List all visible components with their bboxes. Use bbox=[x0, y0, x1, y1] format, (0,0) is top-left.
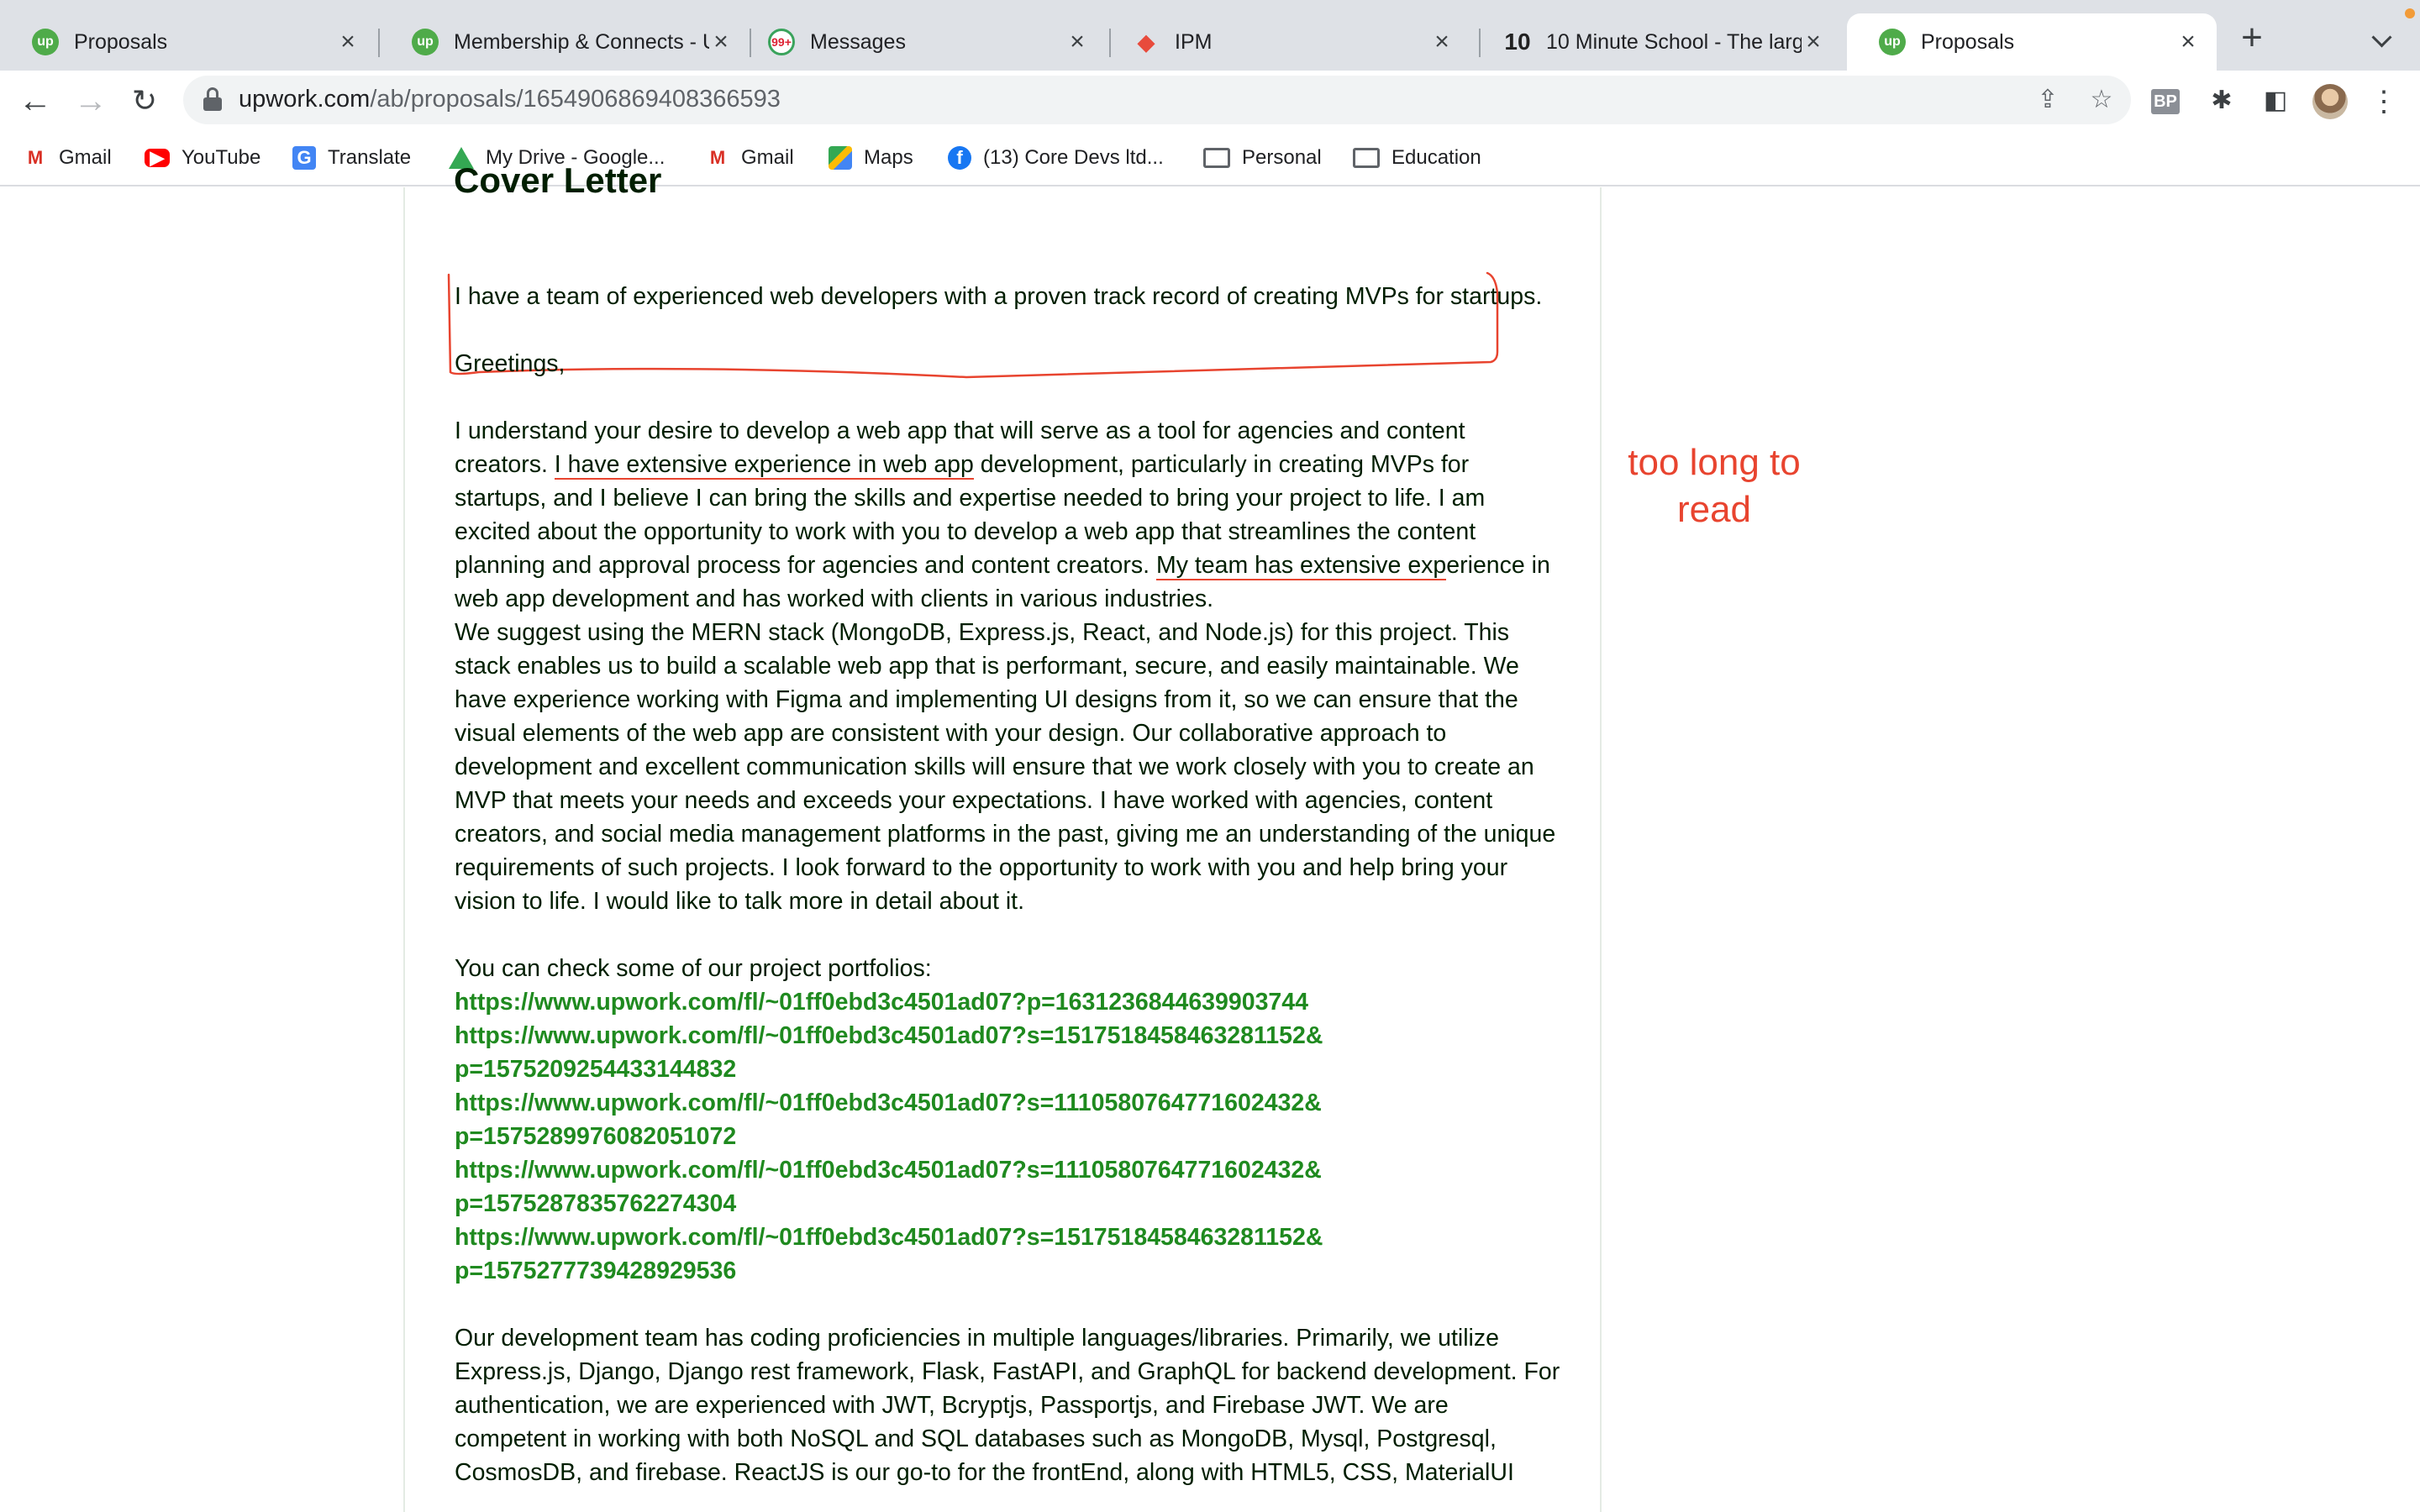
extensions-puzzle-icon[interactable]: ✱ bbox=[2205, 84, 2238, 118]
bookmark-label: Personal bbox=[1242, 146, 1322, 169]
close-icon[interactable]: × bbox=[1430, 29, 1454, 55]
folder-icon bbox=[1203, 148, 1230, 168]
portfolio-link[interactable]: https://www.upwork.com/fl/~01ff0ebd3c450… bbox=[455, 1086, 1328, 1153]
close-icon[interactable]: × bbox=[709, 29, 733, 55]
tab-strip: up Proposals × up Membership & Connects … bbox=[0, 0, 2420, 71]
annotation-note: too long to read bbox=[1628, 442, 1801, 530]
tab-proposals-active[interactable]: up Proposals × bbox=[1847, 13, 2217, 71]
close-icon[interactable]: × bbox=[1802, 29, 1825, 55]
bookmark-label: Gmail bbox=[59, 146, 112, 169]
share-icon[interactable]: ⇪ bbox=[2033, 86, 2062, 114]
lock-icon[interactable] bbox=[203, 87, 222, 113]
tab-ipm[interactable]: ◆ IPM × bbox=[1101, 13, 1470, 71]
bookmark-label: Maps bbox=[864, 146, 913, 169]
url-path: /ab/proposals/1654906869408366593 bbox=[370, 86, 781, 113]
cover-letter-paragraph-2: We suggest using the MERN stack (MongoDB… bbox=[455, 619, 1556, 915]
bookmark-maps[interactable]: Maps bbox=[829, 143, 913, 173]
portfolio-link[interactable]: https://www.upwork.com/fl/~01ff0ebd3c450… bbox=[455, 1153, 1328, 1221]
tab-title: 10 Minute School - The larg bbox=[1546, 29, 1802, 54]
cover-letter-heading: Cover Letter bbox=[454, 160, 662, 200]
portfolio-link[interactable]: https://www.upwork.com/fl/~01ff0ebd3c450… bbox=[455, 985, 1328, 1019]
gmail-icon: M bbox=[709, 147, 726, 168]
portfolio-intro: You can check some of our project portfo… bbox=[455, 955, 932, 982]
bookmarks-bar: M Gmail ▶ YouTube G Translate My Drive -… bbox=[0, 131, 2420, 186]
ipm-icon: ◆ bbox=[1138, 29, 1155, 55]
bookmark-label: YouTube bbox=[182, 146, 261, 169]
tab-title: Messages bbox=[810, 29, 906, 54]
bookmark-label: (13) Core Devs ltd... bbox=[983, 146, 1164, 169]
side-panel-icon[interactable]: ◧ bbox=[2259, 84, 2292, 118]
facebook-icon: f bbox=[948, 146, 971, 170]
bookmark-youtube[interactable]: ▶ YouTube bbox=[145, 143, 260, 173]
reload-button[interactable]: ↻ bbox=[128, 84, 161, 118]
browser-toolbar: ← → ↻ upwork.com/ab/proposals/1654906869… bbox=[0, 71, 2420, 131]
url-text[interactable]: upwork.com/ab/proposals/1654906869408366… bbox=[239, 86, 781, 113]
portfolio-link[interactable]: https://www.upwork.com/fl/~01ff0ebd3c450… bbox=[455, 1221, 1328, 1288]
tab-title: Membership & Connects - U bbox=[454, 29, 709, 54]
translate-icon: G bbox=[292, 146, 316, 170]
portfolio-link-list: https://www.upwork.com/fl/~01ff0ebd3c450… bbox=[455, 985, 1328, 1288]
bookmark-gmail[interactable]: M Gmail bbox=[24, 143, 112, 173]
browser-menu-icon[interactable]: ⋮ bbox=[2370, 84, 2398, 119]
bookmark-label: Education bbox=[1392, 146, 1481, 169]
cover-letter-paragraph-1: I understand your desire to develop a we… bbox=[455, 414, 1564, 616]
cover-letter-body: I have a team of experienced web develop… bbox=[455, 280, 1564, 1489]
portfolio-link[interactable]: https://www.upwork.com/fl/~01ff0ebd3c450… bbox=[455, 1019, 1328, 1086]
new-tab-button[interactable]: + bbox=[2235, 19, 2269, 56]
bookmark-translate[interactable]: G Translate bbox=[292, 143, 411, 173]
bookmark-label: Gmail bbox=[741, 146, 794, 169]
tab-search-chevron-icon[interactable] bbox=[2368, 25, 2398, 55]
bookmark-folder-personal[interactable]: Personal bbox=[1203, 143, 1322, 173]
cover-letter-intro: I have a team of experienced web develop… bbox=[455, 283, 1543, 310]
tab-ten-minute-school[interactable]: 10 10 Minute School - The larg × bbox=[1472, 13, 1842, 71]
tab-messages[interactable]: 99+ Messages × bbox=[736, 13, 1106, 71]
bookmark-core-devs[interactable]: f (13) Core Devs ltd... bbox=[948, 143, 1164, 173]
close-icon[interactable]: × bbox=[336, 29, 360, 55]
page-content: Cover Letter I have a team of experience… bbox=[0, 160, 2420, 1512]
upwork-icon: up bbox=[32, 29, 59, 55]
tab-proposals-1[interactable]: up Proposals × bbox=[0, 13, 376, 71]
upwork-icon: up bbox=[412, 29, 439, 55]
tab-title: Proposals bbox=[1921, 29, 2015, 54]
bookmark-gmail-2[interactable]: M Gmail bbox=[706, 143, 794, 173]
annotated-underline-text: My team has extensive exp bbox=[1155, 552, 1447, 580]
cover-letter-greeting: Greetings, bbox=[455, 350, 566, 377]
tab-title: IPM bbox=[1175, 29, 1213, 54]
ten-minute-school-icon: 10 bbox=[1504, 29, 1531, 55]
cover-letter-paragraph-3: Our development team has coding proficie… bbox=[455, 1325, 1560, 1486]
upwork-icon: up bbox=[1879, 29, 1906, 55]
bookmark-star-icon[interactable]: ☆ bbox=[2087, 86, 2116, 114]
folder-icon bbox=[1353, 148, 1380, 168]
close-icon[interactable]: × bbox=[2176, 29, 2200, 55]
forward-button[interactable]: → bbox=[74, 84, 108, 118]
update-indicator-icon bbox=[2405, 8, 2415, 18]
close-icon[interactable]: × bbox=[1065, 29, 1089, 55]
back-button[interactable]: ← bbox=[18, 84, 52, 118]
tab-title: Proposals bbox=[74, 29, 168, 54]
youtube-icon: ▶ bbox=[145, 147, 170, 168]
messages-icon: 99+ bbox=[768, 29, 795, 55]
tab-membership-connects[interactable]: up Membership & Connects - U × bbox=[380, 13, 750, 71]
bookmark-folder-education[interactable]: Education bbox=[1353, 143, 1481, 173]
annotated-underline-text: I have extensive experience in web app bbox=[554, 451, 974, 480]
gmail-icon: M bbox=[27, 147, 44, 168]
bp-extension-icon[interactable]: BP bbox=[2151, 89, 2180, 114]
address-bar[interactable]: upwork.com/ab/proposals/1654906869408366… bbox=[183, 76, 2131, 124]
profile-avatar[interactable] bbox=[2312, 84, 2348, 119]
url-host: upwork.com bbox=[239, 86, 371, 113]
bookmark-label: Translate bbox=[328, 146, 412, 169]
maps-icon bbox=[829, 146, 852, 170]
